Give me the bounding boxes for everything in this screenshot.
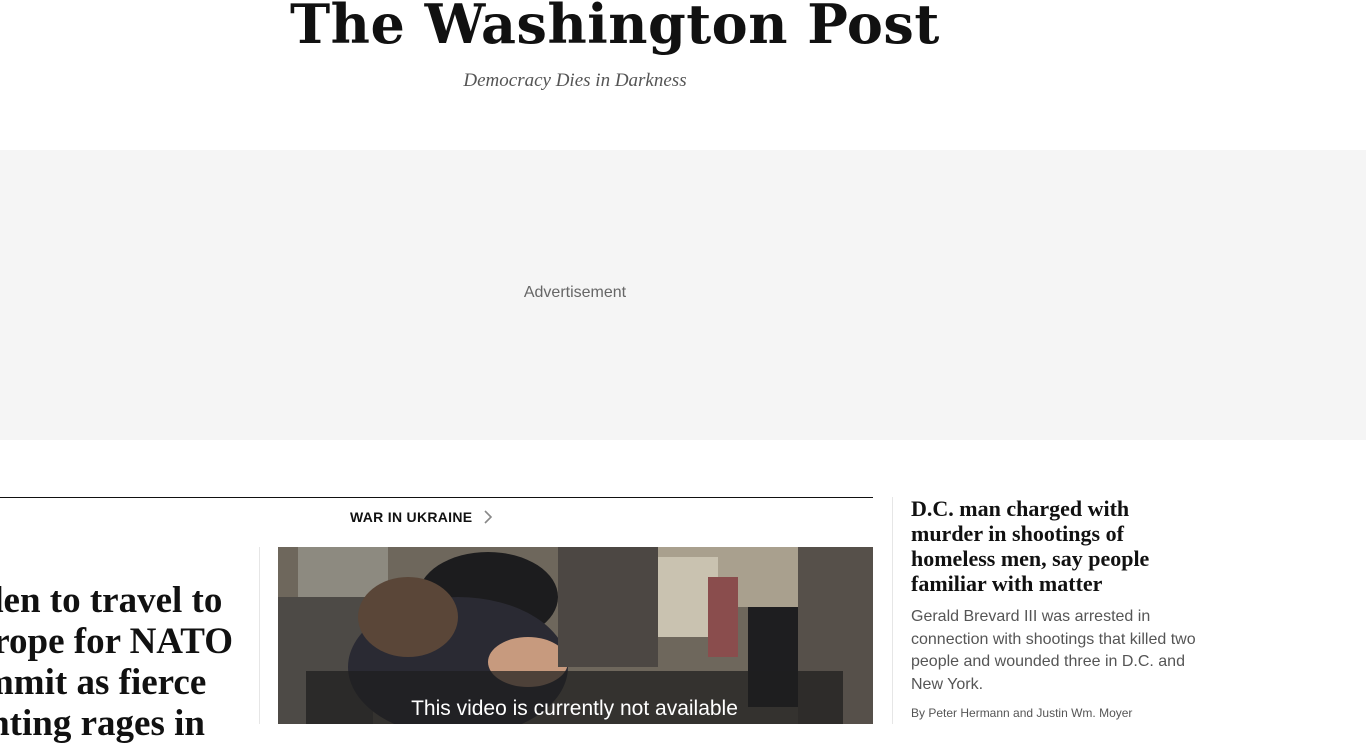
column-divider xyxy=(259,547,260,724)
site-logo[interactable]: The Washington Post xyxy=(290,0,939,56)
video-player[interactable]: This video is currently not available xyxy=(278,547,873,724)
masthead: The Washington Post Democracy Dies in Da… xyxy=(0,0,1150,150)
chevron-right-icon xyxy=(484,510,493,524)
side-story-byline: By Peter Hermann and Justin Wm. Moyer xyxy=(911,706,1133,720)
side-story: D.C. man charged with murder in shooting… xyxy=(911,496,1201,720)
section-top-rule xyxy=(0,497,873,498)
section-kicker-link[interactable]: WAR IN UKRAINE xyxy=(350,507,496,527)
advertisement-slot: Advertisement xyxy=(0,150,1366,440)
lead-headline[interactable]: Biden to travel to Europe for NATO summi… xyxy=(0,580,248,744)
side-story-headline[interactable]: D.C. man charged with murder in shooting… xyxy=(911,496,1201,596)
right-column-divider xyxy=(892,497,893,724)
side-story-blurb: Gerald Brevard III was arrested in conne… xyxy=(911,608,1196,693)
section-kicker-label: WAR IN UKRAINE xyxy=(350,509,473,525)
site-tagline: Democracy Dies in Darkness xyxy=(463,70,687,91)
advertisement-label: Advertisement xyxy=(523,284,627,301)
video-unavailable-message: This video is currently not available xyxy=(411,697,738,720)
